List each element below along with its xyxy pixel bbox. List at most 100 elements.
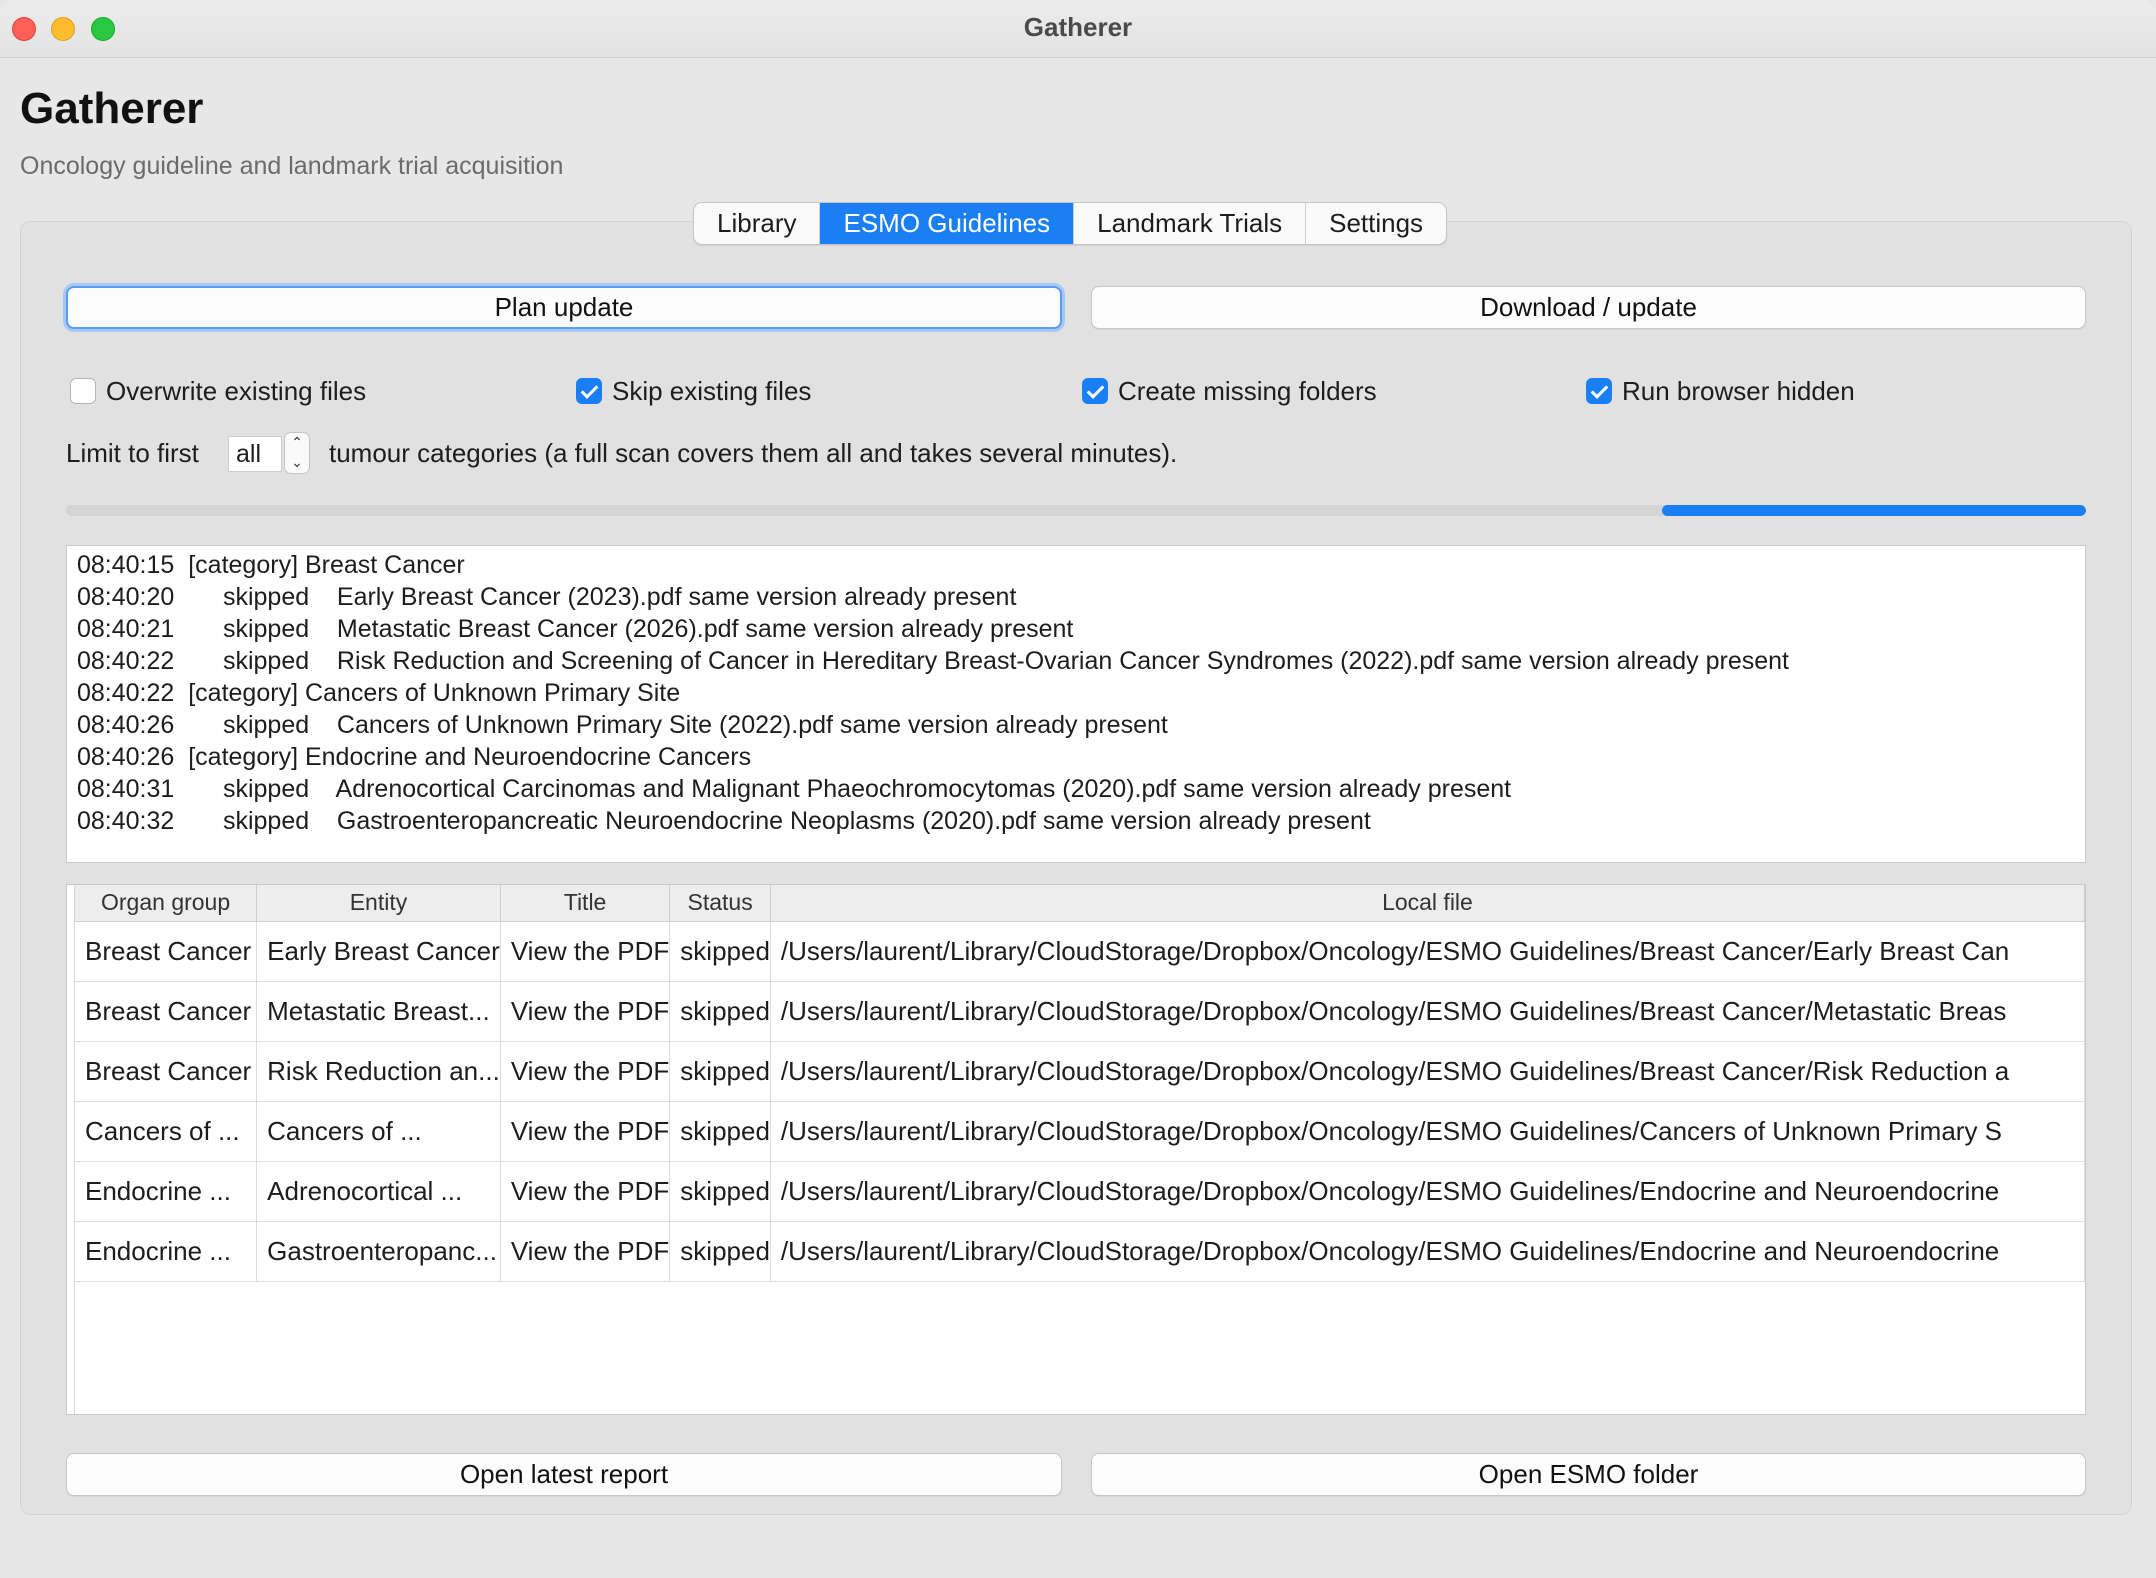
log-spacer [174, 679, 188, 707]
tab-esmo-guidelines[interactable]: ESMO Guidelines [820, 203, 1075, 244]
tab-bar: Library ESMO Guidelines Landmark Trials … [693, 202, 1448, 245]
cell-organ-group: Breast Cancer [75, 921, 258, 982]
stepper-down-icon[interactable]: ⌄ [285, 453, 309, 473]
table-row[interactable]: Breast Cancer Early Breast Cancer View the… [75, 921, 2085, 982]
tab-library[interactable]: Library [694, 203, 821, 244]
cell-organ-group: Breast Cancer [75, 1041, 258, 1102]
cell-status: skipped [669, 1041, 771, 1102]
log-message: skipped Adrenocortical Carcinomas and Ma… [222, 775, 1512, 803]
cell-entity: Early Breast Cancer [256, 921, 501, 982]
tab-settings[interactable]: Settings [1306, 203, 1446, 244]
log-line: 08:40:22 skipped Risk Reduction and Scre… [77, 645, 2085, 677]
log-spacer [174, 775, 223, 803]
app-subtitle: Oncology guideline and landmark trial ac… [20, 152, 564, 180]
cell-status: skipped [669, 921, 771, 982]
run-hidden-checkbox-label: Run browser hidden [1622, 375, 1855, 406]
table-row[interactable]: Endocrine ... Adrenocortical ... View the … [75, 1161, 2085, 1222]
log-message: [category] Cancers of Unknown Primary Si… [188, 679, 681, 707]
progress-bar [66, 505, 2086, 516]
cell-title-link[interactable]: View the PDF [500, 981, 671, 1042]
open-esmo-folder-button[interactable]: Open ESMO folder [1091, 1453, 2086, 1496]
log-timestamp: 08:40:22 [77, 679, 175, 707]
cell-organ-group: Endocrine ... [75, 1161, 258, 1222]
log-spacer [174, 647, 223, 675]
cell-organ-group: Breast Cancer [75, 981, 258, 1042]
progress-indicator [1661, 505, 2086, 516]
log-timestamp: 08:40:31 [77, 775, 175, 803]
log-line: 08:40:20 skipped Early Breast Cancer (20… [77, 581, 2085, 613]
log-line: 08:40:31 skipped Adrenocortical Carcinom… [77, 773, 2085, 805]
limit-description: tumour categories (a full scan covers th… [329, 438, 1178, 468]
cell-organ-group: Endocrine ... [75, 1221, 258, 1282]
app-title: Gatherer [20, 84, 204, 133]
log-line: 08:40:15 [category] Breast Cancer [77, 549, 2085, 581]
log-timestamp: 08:40:32 [77, 807, 175, 835]
log-line: 08:40:32 skipped Gastroenteropancreatic … [77, 805, 2085, 837]
log-spacer [174, 615, 223, 643]
column-header-local-file[interactable]: Local file [770, 885, 2085, 922]
run-hidden-checkbox-box[interactable] [1586, 378, 1612, 404]
cell-entity: Metastatic Breast... [256, 981, 501, 1042]
limit-label: Limit to first [66, 438, 199, 468]
column-header-status[interactable]: Status [669, 885, 771, 922]
log-timestamp: 08:40:15 [77, 551, 175, 579]
table-row[interactable]: Breast Cancer Risk Reduction an... View th… [75, 1041, 2085, 1102]
limit-input[interactable]: all [228, 436, 282, 472]
cell-title-link[interactable]: View the PDF [500, 1161, 671, 1222]
log-output[interactable]: 08:40:15 [category] Breast Cancer 08:40:2… [66, 545, 2086, 863]
cell-local-file: /Users/laurent/Library/CloudStorage/Drop… [770, 1101, 2085, 1162]
log-spacer [174, 583, 223, 611]
table-row[interactable]: Breast Cancer Metastatic Breast... View th… [75, 981, 2085, 1042]
cell-title-link[interactable]: View the PDF [500, 1041, 671, 1102]
log-message: skipped Cancers of Unknown Primary Site … [222, 711, 1168, 739]
skip-checkbox-label: Skip existing files [612, 375, 812, 406]
cell-status: skipped [669, 1101, 771, 1162]
open-latest-report-button[interactable]: Open latest report [66, 1453, 1062, 1496]
create-folders-checkbox[interactable]: Create missing folders [1082, 376, 1377, 406]
log-message: [category] Breast Cancer [188, 551, 465, 579]
log-timestamp: 08:40:21 [77, 615, 175, 643]
plan-update-button[interactable]: Plan update [66, 286, 1062, 329]
stepper-up-icon[interactable]: ⌃ [285, 433, 309, 453]
results-table[interactable]: Organ group Entity Title Status Local file B… [66, 884, 2086, 1415]
column-header-entity[interactable]: Entity [256, 885, 501, 922]
table-row[interactable]: Cancers of ... Cancers of ... View the PDF… [75, 1101, 2085, 1162]
log-message: skipped Early Breast Cancer (2023).pdf s… [222, 583, 1017, 611]
overwrite-existing-checkbox[interactable]: Overwrite existing files [70, 376, 366, 406]
skip-checkbox-box[interactable] [576, 378, 602, 404]
column-header-title[interactable]: Title [500, 885, 671, 922]
create-folders-checkbox-box[interactable] [1082, 378, 1108, 404]
log-message: [category] Endocrine and Neuroendocrine … [188, 743, 752, 771]
table-row[interactable]: Endocrine ... Gastroenteropanc... View the… [75, 1221, 2085, 1282]
log-timestamp: 08:40:22 [77, 647, 175, 675]
cell-title-link[interactable]: View the PDF [500, 1101, 671, 1162]
log-line: 08:40:26 skipped Cancers of Unknown Prim… [77, 709, 2085, 741]
cell-title-link[interactable]: View the PDF [500, 1221, 671, 1282]
log-message: skipped Gastroenteropancreatic Neuroendo… [222, 807, 1371, 835]
cell-local-file: /Users/laurent/Library/CloudStorage/Drop… [770, 1161, 2085, 1222]
cell-local-file: /Users/laurent/Library/CloudStorage/Drop… [770, 1041, 2085, 1102]
window-title: Gatherer [1023, 12, 1133, 42]
title-bar: Gatherer [0, 0, 2156, 58]
overwrite-checkbox-box[interactable] [70, 378, 96, 404]
log-line: 08:40:22 [category] Cancers of Unknown P… [77, 677, 2085, 709]
log-spacer [174, 807, 223, 835]
log-timestamp: 08:40:26 [77, 743, 175, 771]
cell-organ-group: Cancers of ... [75, 1101, 258, 1162]
log-spacer [174, 743, 188, 771]
cell-entity: Cancers of ... [256, 1101, 501, 1162]
cell-title-link[interactable]: View the PDF [500, 921, 671, 982]
log-message: skipped Risk Reduction and Screening of … [222, 647, 1789, 675]
tab-landmark-trials[interactable]: Landmark Trials [1074, 203, 1307, 244]
column-header-organ-group[interactable]: Organ group [75, 885, 258, 922]
limit-stepper[interactable]: ⌃ ⌄ [284, 432, 310, 474]
cell-status: skipped [669, 1221, 771, 1282]
skip-existing-checkbox[interactable]: Skip existing files [576, 376, 811, 406]
log-line: 08:40:21 skipped Metastatic Breast Cance… [77, 613, 2085, 645]
log-timestamp: 08:40:26 [77, 711, 175, 739]
download-update-button[interactable]: Download / update [1091, 286, 2086, 329]
log-timestamp: 08:40:20 [77, 583, 175, 611]
log-spacer [174, 551, 188, 579]
overwrite-checkbox-label: Overwrite existing files [106, 375, 367, 406]
run-hidden-checkbox[interactable]: Run browser hidden [1586, 376, 1855, 406]
